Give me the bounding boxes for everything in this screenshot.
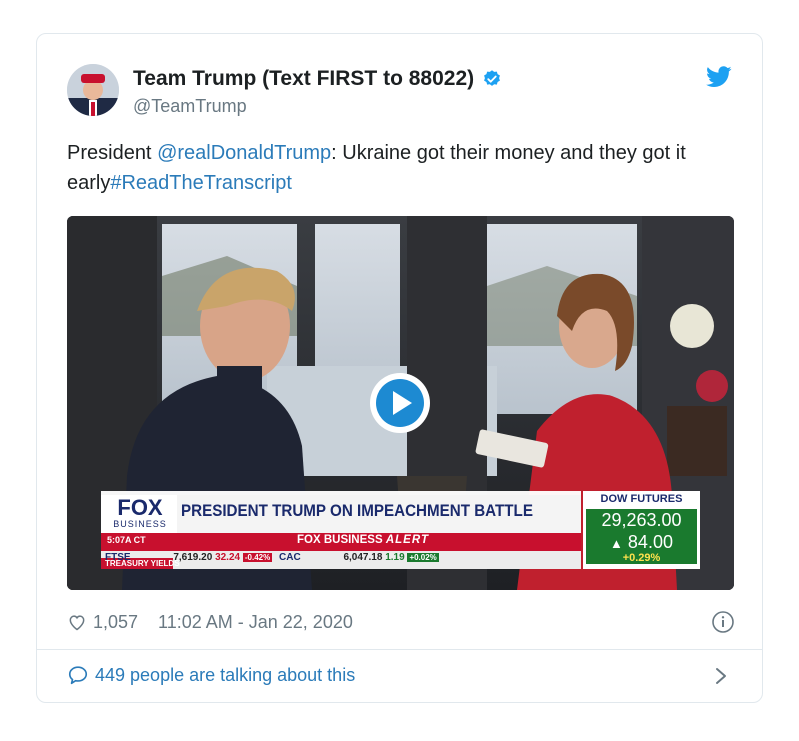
- heart-icon[interactable]: [67, 612, 87, 632]
- tweet-text-prefix: President: [67, 142, 158, 164]
- fox-logo-sub: BUSINESS: [113, 519, 167, 529]
- chevron-right-icon[interactable]: [714, 666, 728, 686]
- ticker-cac-change: 1.19: [385, 552, 405, 563]
- play-icon[interactable]: [370, 373, 430, 433]
- display-name[interactable]: Team Trump (Text FIRST to 88022): [133, 67, 474, 91]
- hashtag-link[interactable]: #ReadTheTranscript: [110, 172, 292, 194]
- display-name-row[interactable]: Team Trump (Text FIRST to 88022): [133, 67, 502, 91]
- user-handle[interactable]: @TeamTrump: [133, 96, 247, 117]
- info-icon[interactable]: [711, 610, 735, 634]
- fox-logo: FOX BUSINESS: [103, 495, 177, 530]
- alert-strip: FOX BUSINESS ALERT: [297, 534, 429, 546]
- headline: PRESIDENT TRUMP ON IMPEACHMENT BATTLE: [181, 502, 533, 520]
- video-player[interactable]: FOX BUSINESS PRESIDENT TRUMP ON IMPEACHM…: [67, 216, 734, 590]
- mention-link[interactable]: @realDonaldTrump: [157, 142, 331, 164]
- conversation-link[interactable]: 449 people are talking about this: [67, 664, 355, 686]
- alert-label: FOX BUSINESS: [297, 534, 383, 546]
- avatar[interactable]: [67, 64, 119, 116]
- comment-icon: [68, 666, 88, 685]
- divider: [37, 649, 762, 650]
- avatar-image: [67, 64, 119, 116]
- ticker-ftse-change: 32.24: [215, 552, 241, 563]
- timestamp[interactable]: 11:02 AM - Jan 22, 2020: [158, 612, 353, 633]
- up-arrow-icon: ▲: [610, 536, 623, 551]
- twitter-bird-icon[interactable]: [706, 66, 732, 88]
- ticker-treasury: TREASURY YIELDS: [105, 559, 180, 568]
- ticker-cac-value: 6,047.18: [343, 552, 383, 563]
- dow-value: 29,263.00: [601, 510, 682, 530]
- verified-icon: [484, 70, 501, 86]
- dow-change: ▲ 84.00: [586, 532, 697, 553]
- ticker-ftse-pct: -0.42%: [242, 553, 273, 562]
- dow-pct: +0.29%: [622, 552, 661, 564]
- conversation-text[interactable]: 449 people are talking about this: [95, 665, 355, 686]
- dow-label: DOW FUTURES: [600, 493, 683, 505]
- fox-logo-text: FOX: [117, 495, 163, 520]
- tweet-text: President @realDonaldTrump: Ukraine got …: [67, 138, 737, 198]
- like-count[interactable]: 1,057: [93, 612, 138, 633]
- ticker-cac-pct: +0.02%: [407, 553, 439, 562]
- alert-word: ALERT: [385, 534, 429, 546]
- ticker-cac-label: CAC: [279, 552, 301, 563]
- tweet-card: Team Trump (Text FIRST to 88022) @TeamTr…: [36, 33, 763, 703]
- dow-change-value: 84.00: [627, 532, 673, 552]
- tweet-meta: 1,057 11:02 AM - Jan 22, 2020: [67, 608, 735, 636]
- time-code: 5:07A CT: [107, 535, 146, 545]
